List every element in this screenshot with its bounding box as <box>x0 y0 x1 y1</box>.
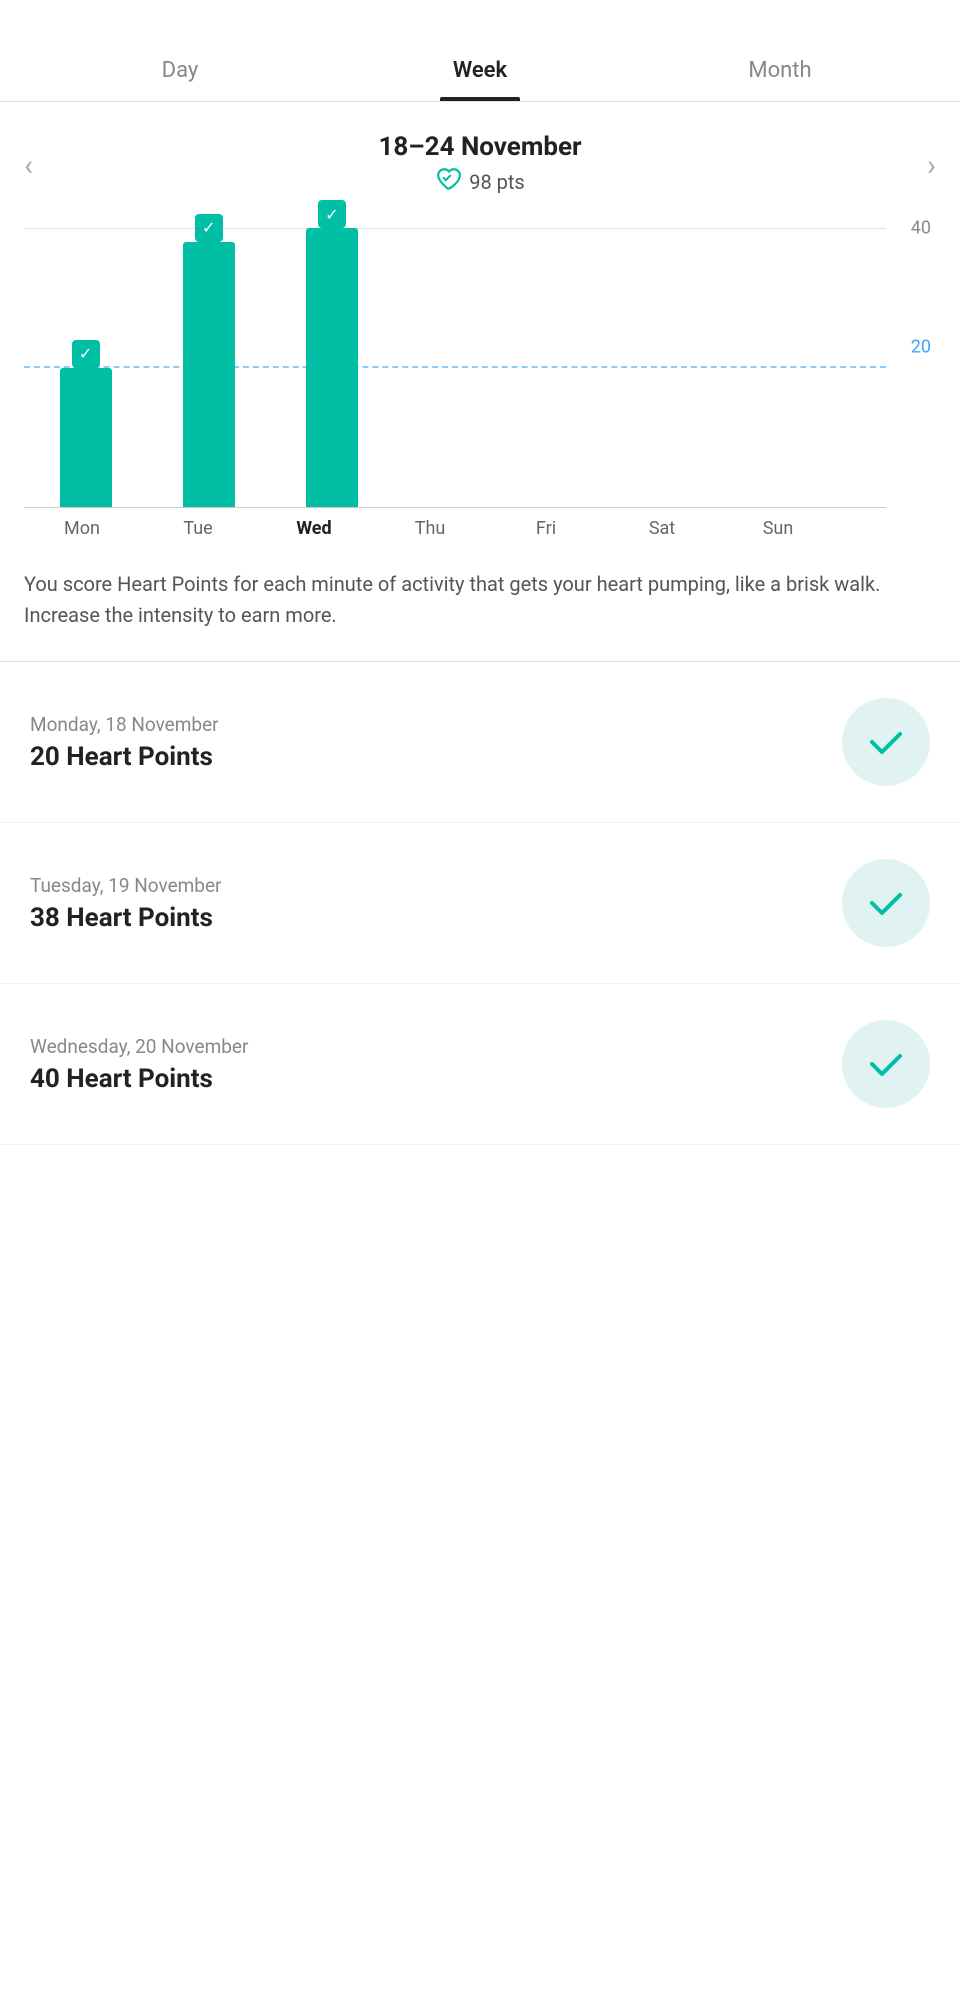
day-entry-date-0: Monday, 18 November <box>30 713 842 736</box>
total-pts: 98 pts <box>469 170 525 194</box>
week-title: 18–24 November 98 pts <box>378 132 581 198</box>
bar-col-tue[interactable]: ✓ <box>147 228 270 507</box>
day-entry-pts-1: 38 Heart Points <box>30 903 842 933</box>
date-range: 18–24 November <box>378 132 581 162</box>
bar-chart: 4020✓✓✓ MonTueWedThuFriSatSun <box>24 228 936 539</box>
bar-wed: ✓ <box>306 228 358 507</box>
bar-col-wed[interactable]: ✓ <box>270 228 393 507</box>
bar-col-sat[interactable] <box>640 228 763 507</box>
bars-container: ✓✓✓ <box>24 228 886 507</box>
chart-area: 4020✓✓✓ <box>24 228 886 508</box>
tabs-bar: Day Week Month <box>0 36 960 102</box>
x-label-thu: Thu <box>372 518 488 539</box>
bar-col-mon[interactable]: ✓ <box>24 228 147 507</box>
day-entry-info-0: Monday, 18 November 20 Heart Points <box>30 713 842 772</box>
x-label-tue: Tue <box>140 518 256 539</box>
bar-col-fri[interactable] <box>517 228 640 507</box>
description-text: You score Heart Points for each minute o… <box>0 539 960 662</box>
day-entry-0[interactable]: Monday, 18 November 20 Heart Points <box>0 662 960 823</box>
day-entry-check-icon-0 <box>842 698 930 786</box>
day-entry-2[interactable]: Wednesday, 20 November 40 Heart Points <box>0 984 960 1145</box>
bar-check-mon: ✓ <box>72 340 100 368</box>
header <box>0 0 960 36</box>
day-entry-info-2: Wednesday, 20 November 40 Heart Points <box>30 1035 842 1094</box>
day-entry-check-icon-2 <box>842 1020 930 1108</box>
bar-check-wed: ✓ <box>318 200 346 228</box>
day-entry-date-2: Wednesday, 20 November <box>30 1035 842 1058</box>
prev-week-button[interactable]: ‹ <box>24 148 33 183</box>
day-entry-pts-2: 40 Heart Points <box>30 1064 842 1094</box>
day-entry-1[interactable]: Tuesday, 19 November 38 Heart Points <box>0 823 960 984</box>
next-week-button[interactable]: › <box>927 148 936 183</box>
day-entry-date-1: Tuesday, 19 November <box>30 874 842 897</box>
bar-col-sun[interactable] <box>763 228 886 507</box>
bar-col-thu[interactable] <box>393 228 516 507</box>
chart-section: ‹ 18–24 November 98 pts › 4020✓✓✓ MonTue… <box>0 102 960 539</box>
x-label-sun: Sun <box>720 518 836 539</box>
day-entry-check-icon-1 <box>842 859 930 947</box>
day-entries-list: Monday, 18 November 20 Heart Points Tuesd… <box>0 662 960 1145</box>
bar-mon: ✓ <box>60 368 112 508</box>
x-axis-labels: MonTueWedThuFriSatSun <box>24 518 886 539</box>
heart-points-icon <box>435 166 461 198</box>
bar-tue: ✓ <box>183 242 235 507</box>
day-entry-pts-0: 20 Heart Points <box>30 742 842 772</box>
x-label-wed: Wed <box>256 518 372 539</box>
tab-month[interactable]: Month <box>630 36 930 101</box>
tab-day[interactable]: Day <box>30 36 330 101</box>
week-navigation: ‹ 18–24 November 98 pts › <box>24 132 936 198</box>
bar-check-tue: ✓ <box>195 214 223 242</box>
day-entry-info-1: Tuesday, 19 November 38 Heart Points <box>30 874 842 933</box>
x-label-mon: Mon <box>24 518 140 539</box>
x-label-fri: Fri <box>488 518 604 539</box>
x-label-sat: Sat <box>604 518 720 539</box>
tab-week[interactable]: Week <box>330 36 630 101</box>
